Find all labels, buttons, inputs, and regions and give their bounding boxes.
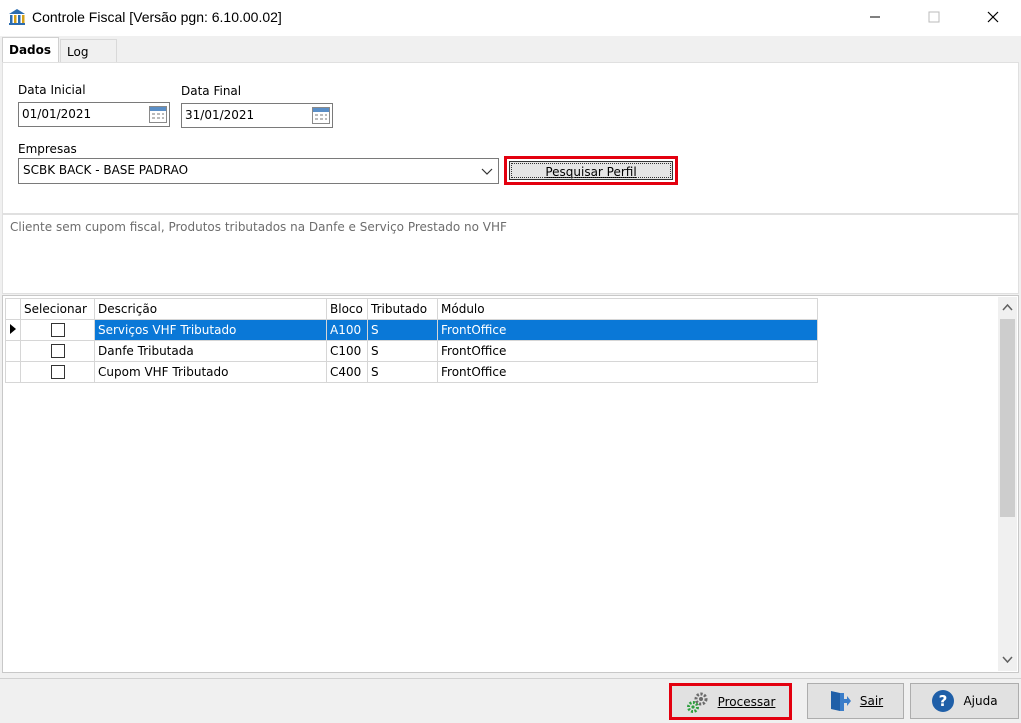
bloco-cell[interactable]: C400 <box>326 361 368 383</box>
scrollbar-thumb[interactable] <box>1000 319 1015 517</box>
table-row[interactable]: Serviços VHF Tributado A100 S FrontOffic… <box>5 319 818 341</box>
table-row[interactable]: Danfe Tributada C100 S FrontOffice <box>5 340 818 362</box>
tab-bar: Dados Log <box>0 36 1021 63</box>
close-button[interactable] <box>970 0 1016 34</box>
data-inicial-label: Data Inicial <box>18 83 86 97</box>
calendar-icon[interactable] <box>312 107 330 124</box>
table-row[interactable]: Cupom VHF Tributado C400 S FrontOffice <box>5 361 818 383</box>
pesquisar-perfil-label: Pesquisar Perfil <box>545 165 637 179</box>
calendar-icon[interactable] <box>149 106 167 123</box>
svg-text:?: ? <box>939 692 948 710</box>
data-final-value: 31/01/2021 <box>185 108 255 122</box>
row-checkbox[interactable] <box>50 344 65 359</box>
row-header-corner <box>5 298 21 320</box>
sair-label: Sair <box>859 694 884 708</box>
grid-area: Selecionar Descrição Bloco Tributado Mód… <box>2 295 1019 673</box>
column-header[interactable]: Descrição <box>94 298 327 320</box>
ajuda-label: Ajuda <box>963 694 998 708</box>
title-bar: Controle Fiscal [Versão pgn: 6.10.00.02] <box>0 0 1021 36</box>
column-header[interactable]: Módulo <box>437 298 818 320</box>
tributado-cell[interactable]: S <box>367 319 438 341</box>
ajuda-button[interactable]: ? Ajuda <box>910 683 1019 719</box>
column-header[interactable]: Bloco <box>326 298 368 320</box>
filter-panel: Data Inicial 01/01/2021 Data Final 31/01… <box>2 62 1019 214</box>
close-icon <box>987 11 999 23</box>
gears-icon <box>686 692 708 713</box>
descricao-cell[interactable]: Cupom VHF Tributado <box>94 361 327 383</box>
maximize-icon <box>928 11 940 23</box>
data-inicial-field[interactable]: 01/01/2021 <box>18 102 170 127</box>
exit-door-icon <box>830 691 851 711</box>
empresas-select[interactable]: SCBK BACK - BASE PADRAO <box>18 158 499 184</box>
row-indicator <box>5 361 21 383</box>
sair-button[interactable]: Sair <box>807 683 904 719</box>
maximize-button[interactable] <box>911 0 957 34</box>
modulo-cell[interactable]: FrontOffice <box>437 319 818 341</box>
modulo-cell[interactable]: FrontOffice <box>437 340 818 362</box>
data-final-field[interactable]: 31/01/2021 <box>181 103 333 128</box>
bloco-cell[interactable]: A100 <box>326 319 368 341</box>
minimize-icon <box>870 16 880 18</box>
tab-dados[interactable]: Dados <box>2 37 59 63</box>
row-indicator <box>5 319 21 341</box>
column-header[interactable]: Tributado <box>367 298 438 320</box>
chevron-down-icon <box>481 168 493 175</box>
row-checkbox[interactable] <box>50 365 65 380</box>
help-icon: ? <box>932 690 955 712</box>
bank-building-icon <box>9 9 25 25</box>
current-row-arrow-icon <box>10 324 16 334</box>
select-cell[interactable] <box>20 361 95 383</box>
bottom-bar: Processar Sair ? Ajuda <box>0 678 1021 723</box>
data-final-label: Data Final <box>181 84 242 98</box>
empresas-label: Empresas <box>18 142 77 156</box>
window-title: Controle Fiscal [Versão pgn: 6.10.00.02] <box>32 9 282 25</box>
descricao-cell[interactable]: Serviços VHF Tributado <box>94 319 327 341</box>
modulo-cell[interactable]: FrontOffice <box>437 361 818 383</box>
minimize-button[interactable] <box>852 0 898 34</box>
empresas-value: SCBK BACK - BASE PADRAO <box>23 163 189 177</box>
vertical-scrollbar[interactable] <box>998 297 1017 671</box>
column-header[interactable]: Selecionar <box>20 298 95 320</box>
processar-label: Processar <box>717 694 776 709</box>
data-grid: Selecionar Descrição Bloco Tributado Mód… <box>5 298 818 383</box>
processar-button[interactable]: Processar <box>669 683 792 720</box>
tributado-cell[interactable]: S <box>367 340 438 362</box>
bloco-cell[interactable]: C100 <box>326 340 368 362</box>
row-checkbox[interactable] <box>50 323 65 338</box>
scroll-down-icon[interactable] <box>1002 654 1013 665</box>
profile-description: Cliente sem cupom fiscal, Produtos tribu… <box>2 214 1019 294</box>
row-indicator <box>5 340 21 362</box>
descricao-cell[interactable]: Danfe Tributada <box>94 340 327 362</box>
scroll-up-icon[interactable] <box>1002 302 1013 313</box>
tributado-cell[interactable]: S <box>367 361 438 383</box>
data-inicial-value: 01/01/2021 <box>22 107 92 121</box>
select-cell[interactable] <box>20 340 95 362</box>
tab-log[interactable]: Log <box>60 39 117 63</box>
select-cell[interactable] <box>20 319 95 341</box>
pesquisar-perfil-button[interactable]: Pesquisar Perfil <box>504 156 678 185</box>
